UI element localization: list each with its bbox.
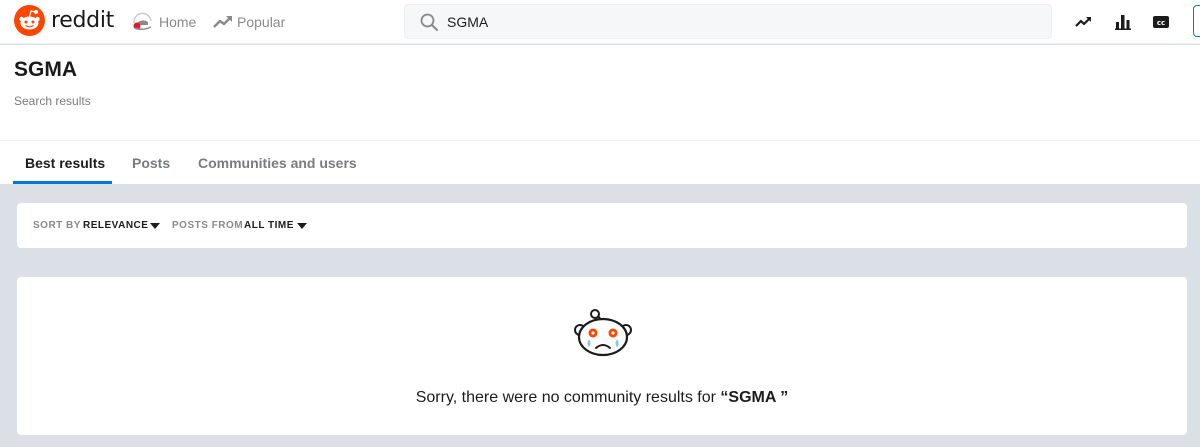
page-subtitle: Search results [14,94,91,108]
posts-from-label: POSTS FROM [172,220,244,231]
empty-results-message: Sorry, there were no community results f… [17,389,1187,407]
active-tab-underline [13,181,112,184]
posts-from-dropdown[interactable]: ALL TIME [244,220,294,231]
closed-captions-icon[interactable]: cc [1151,12,1171,32]
search-icon [419,12,439,32]
search-input[interactable] [447,13,1007,30]
nav-home-link[interactable]: Home [132,12,196,32]
page-title: SGMA [14,58,77,81]
home-icon [132,12,154,32]
divider [0,140,1200,141]
sad-snoo-icon [573,306,633,360]
top-bar: reddit Home Popular SGMA cc [0,0,1200,44]
tab-best-results[interactable]: Best results [25,155,105,171]
sort-by-label: SORT BY [33,220,81,231]
nav-popular-link[interactable]: Popular [212,12,285,32]
search-header: SGMA Search results Best results Posts C… [0,45,1200,184]
search-query-echo: “SGMA ” [720,389,789,406]
svg-text:cc: cc [1157,19,1165,27]
chevron-down-icon[interactable] [297,223,307,229]
search-bar[interactable] [404,4,1052,39]
stats-icon[interactable] [1113,12,1133,32]
tab-posts[interactable]: Posts [132,155,170,171]
login-button-edge[interactable] [1193,5,1200,37]
tab-communities-and-users[interactable]: Communities and users [198,155,357,171]
trending-icon[interactable] [1074,12,1094,32]
sort-bar: SORT BY RELEVANCE POSTS FROM ALL TIME [17,203,1187,248]
popular-icon [212,12,234,32]
nav-home-label: Home [159,14,197,30]
reddit-wordmark[interactable]: reddit [51,8,114,33]
reddit-logo-icon[interactable] [14,5,45,36]
sort-by-dropdown[interactable]: RELEVANCE [83,220,148,231]
empty-results-card: Sorry, there were no community results f… [17,277,1187,435]
empty-message-prefix: Sorry, there were no community results f… [415,389,721,406]
chevron-down-icon[interactable] [150,223,160,229]
nav-popular-label: Popular [237,14,286,30]
